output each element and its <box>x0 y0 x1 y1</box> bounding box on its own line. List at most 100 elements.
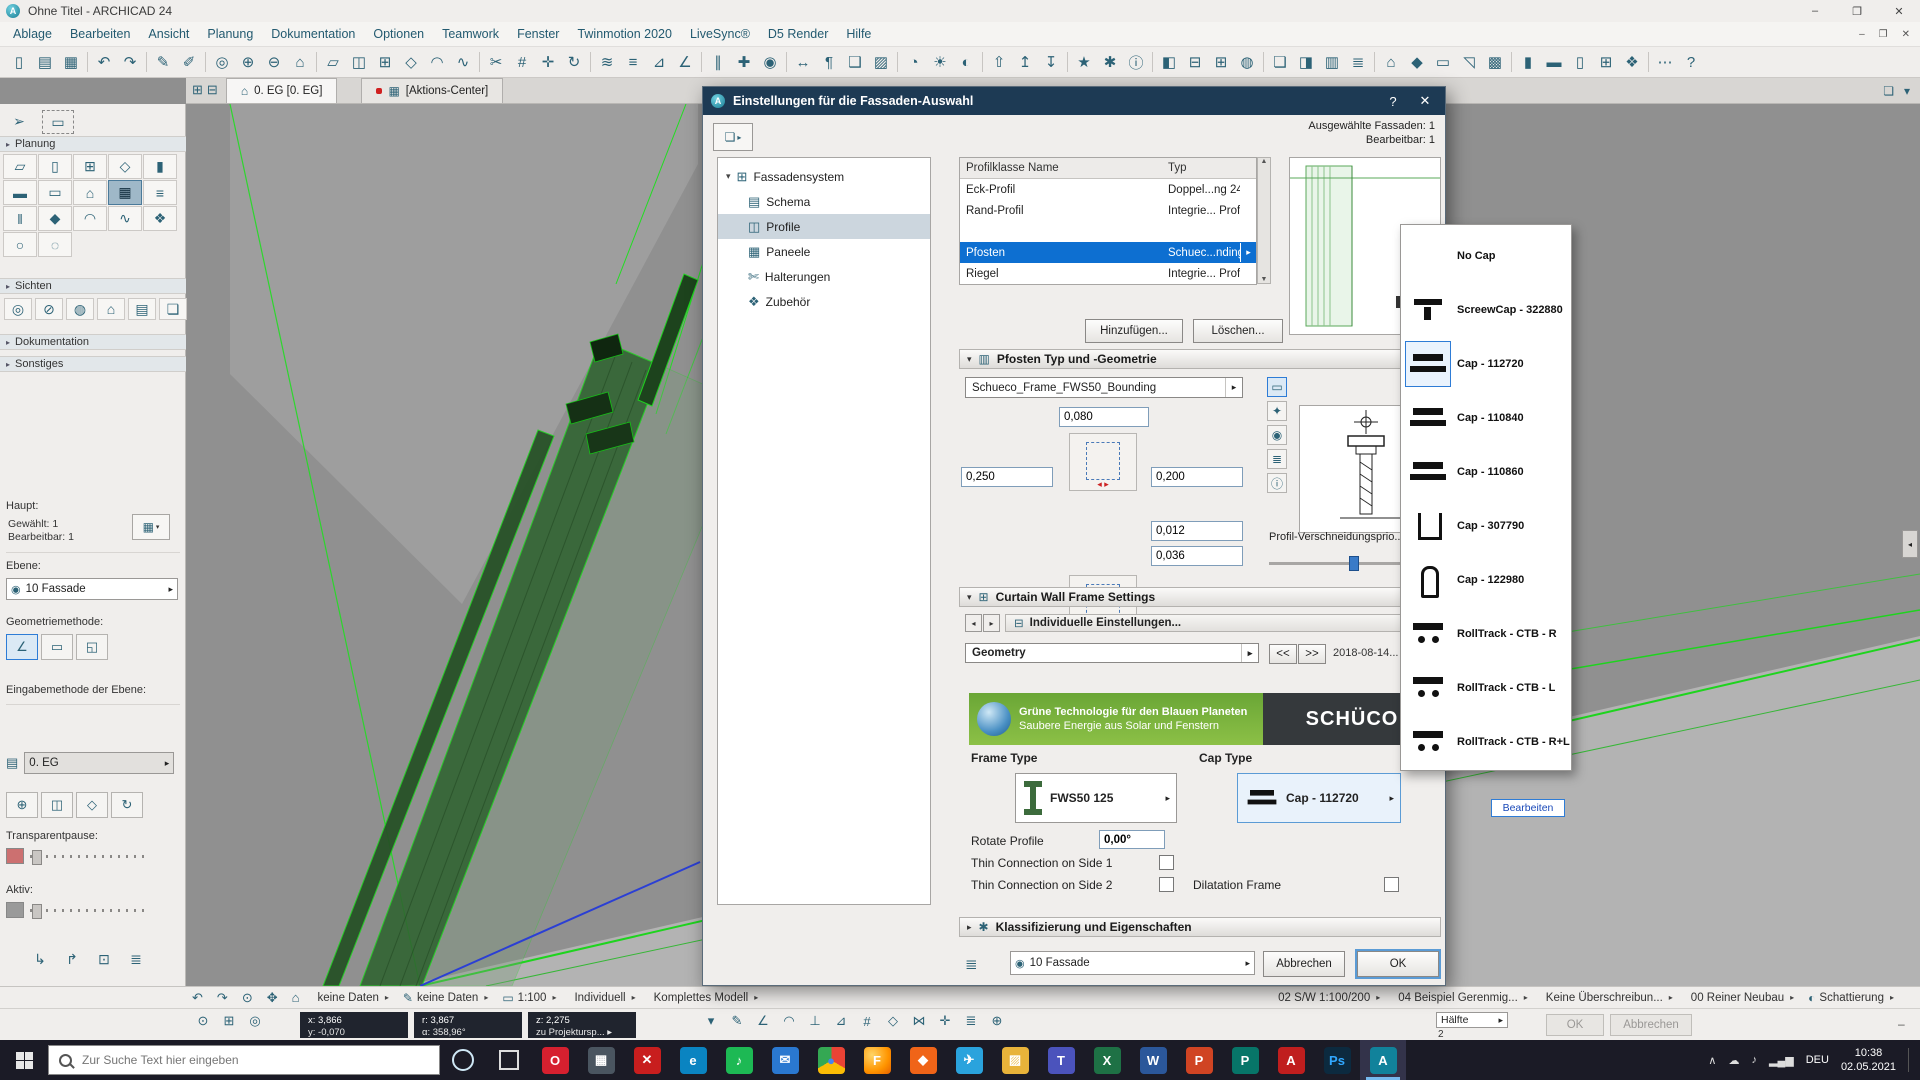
flag-icon[interactable]: ✦ <box>1267 401 1287 421</box>
viewpoint-icon[interactable]: ◎ <box>4 298 32 320</box>
offset-b-field[interactable] <box>1151 546 1243 566</box>
panel-icon[interactable]: ⊡ <box>92 948 116 970</box>
depth-right-field[interactable] <box>1151 467 1243 487</box>
cap-option-5[interactable]: Cap - 307790 <box>1401 499 1571 553</box>
vm-icon[interactable]: ▦ <box>578 1040 624 1080</box>
layer-settings-icon[interactable]: ≣ <box>965 955 978 973</box>
grid-snap-icon[interactable]: ⊞ <box>372 49 398 75</box>
mirror-icon[interactable]: ◫ <box>346 49 372 75</box>
individual-settings-bar[interactable]: ⊟ Individuelle Einstellungen... <box>1005 614 1441 632</box>
section-sichten[interactable]: ▸ Sichten <box>0 278 186 294</box>
excel-icon[interactable]: X <box>1084 1040 1130 1080</box>
volume-icon[interactable]: ♪ <box>1751 1054 1757 1066</box>
row-flyout-button[interactable]: ▸ <box>1240 243 1256 262</box>
hatch-icon[interactable]: ▨ <box>868 49 894 75</box>
network-icon[interactable]: ▂▄▆ <box>1769 1054 1794 1067</box>
schedule-icon[interactable]: ▥ <box>1319 49 1345 75</box>
measure-icon[interactable]: ⊿ <box>646 49 672 75</box>
status-item-left-2[interactable]: ▭ 1:100 <box>502 991 556 1005</box>
hash-icon[interactable]: # <box>856 1014 878 1029</box>
label-icon[interactable]: ❑ <box>842 49 868 75</box>
pan-icon[interactable]: ✥ <box>267 990 278 1006</box>
gravity-icon[interactable]: ◉ <box>757 49 783 75</box>
geometry-dropdown[interactable]: Geometry ▸ <box>965 643 1259 663</box>
move-icon[interactable]: ✛ <box>535 49 561 75</box>
pickup-settings-button[interactable]: ❏ ▸ <box>713 123 753 151</box>
aktiv-slider[interactable] <box>30 903 148 919</box>
undo-icon[interactable]: ↶ <box>91 49 117 75</box>
tool-treppe[interactable]: ≡ <box>143 180 177 205</box>
dilatation-frame-checkbox[interactable] <box>1384 877 1399 892</box>
cap-option-2[interactable]: Cap - 112720 <box>1401 337 1571 391</box>
ok-button[interactable]: OK <box>1357 951 1439 977</box>
publisher-icon[interactable]: P <box>1222 1040 1268 1080</box>
dialog-help-button[interactable]: ? <box>1381 94 1405 109</box>
thin-connection-1-checkbox[interactable] <box>1159 855 1174 870</box>
arc-icon[interactable]: ◠ <box>424 49 450 75</box>
section-cwfs-header[interactable]: ▾ ⊞ Curtain Wall Frame Settings <box>959 587 1441 607</box>
tool-fenster[interactable]: ⊞ <box>73 154 107 179</box>
dialog-layer-dropdown[interactable]: ◉ 10 Fassade ▸ <box>1010 951 1255 975</box>
layers-icon[interactable]: ≡ <box>620 49 646 75</box>
next-page-button[interactable]: ▸ <box>983 614 1000 632</box>
arrow-tool[interactable]: ➢ <box>4 110 34 132</box>
word-icon[interactable]: W <box>1130 1040 1176 1080</box>
geom-rect-icon[interactable]: ▭ <box>41 634 73 660</box>
doc-restore-icon[interactable]: ❐ <box>1879 29 1888 40</box>
spline-icon[interactable]: ∿ <box>450 49 476 75</box>
dock-left-icon[interactable]: ↳ <box>28 948 52 970</box>
publish-icon[interactable]: ⇧ <box>986 49 1012 75</box>
bearbeiten-button[interactable]: Bearbeiten <box>1491 799 1565 817</box>
guide-lines-icon[interactable]: ∥ <box>705 49 731 75</box>
intersect-icon[interactable]: # <box>509 49 535 75</box>
tab-floorplan[interactable]: ⌂ 0. EG [0. EG] <box>225 78 338 103</box>
cortana-button[interactable] <box>440 1040 486 1080</box>
tool-lampe[interactable]: ○ <box>3 232 37 257</box>
table-row-0[interactable]: Eck-Profil Doppel...ng 24 ▸ <box>960 179 1256 200</box>
detail-icon[interactable]: ◍ <box>1234 49 1260 75</box>
menu-item-2[interactable]: Ansicht <box>139 22 198 47</box>
task-view-button[interactable] <box>486 1040 532 1080</box>
fillet-icon[interactable]: ◇ <box>398 49 424 75</box>
angle-icon[interactable]: ∠ <box>672 49 698 75</box>
dropdown-icon[interactable]: ▾ <box>700 1013 722 1029</box>
start-button[interactable] <box>0 1040 48 1080</box>
mesh-icon[interactable]: ▩ <box>1482 49 1508 75</box>
haelfte-dropdown[interactable]: Hälfte ▸ <box>1436 1012 1508 1028</box>
doc-minimize-icon[interactable]: – <box>1859 29 1865 40</box>
tool-stuetze[interactable]: ▮ <box>143 154 177 179</box>
thin-connection-2-checkbox[interactable] <box>1159 877 1174 892</box>
tree-item-0[interactable]: ▤ Schema <box>718 189 930 214</box>
offset-icon[interactable]: ⊕ <box>6 792 38 818</box>
arbeitsblatt-icon[interactable]: ▤ <box>128 298 156 320</box>
camera-icon[interactable]: ◔ <box>901 49 927 75</box>
options-icon[interactable]: ⋯ <box>1652 49 1678 75</box>
roof-icon[interactable]: ◹ <box>1456 49 1482 75</box>
taskbar-search[interactable] <box>48 1045 440 1075</box>
triangle-icon[interactable]: ⊿ <box>830 1013 852 1029</box>
menu-item-9[interactable]: LiveSync® <box>681 22 759 47</box>
hidden-icons-chevron[interactable]: ∧ <box>1708 1054 1716 1067</box>
cap-type-selector[interactable]: Cap - 112720 ▸ <box>1237 773 1401 823</box>
section-sonstiges[interactable]: ▸ Sonstiges <box>0 356 186 372</box>
settings-icon[interactable]: ✱ <box>1097 49 1123 75</box>
teamwork-send-icon[interactable]: ↥ <box>1012 49 1038 75</box>
hinzufuegen-button[interactable]: Hinzufügen... <box>1085 319 1183 343</box>
cap-option-9[interactable]: RollTrack - CTB - R+L <box>1401 715 1571 769</box>
status-item-right-4[interactable]: ◐ Schattierung <box>1808 991 1894 1005</box>
explorer-icon[interactable]: ▨ <box>992 1040 1038 1080</box>
nav-forward-button[interactable]: >> <box>1298 644 1326 664</box>
tool-gelaender[interactable]: ‖ <box>3 206 37 231</box>
x-app-icon[interactable]: ✕ <box>624 1040 670 1080</box>
notification-center-button[interactable] <box>1908 1048 1912 1072</box>
door-icon[interactable]: ▯ <box>1567 49 1593 75</box>
favorites-icon[interactable]: ★ <box>1071 49 1097 75</box>
inject-parameters-icon[interactable]: ✐ <box>176 49 202 75</box>
tool-fassade[interactable]: ▦ <box>108 180 142 205</box>
menu-item-7[interactable]: Fenster <box>508 22 568 47</box>
tab-overview-icon[interactable]: ⊞ <box>192 82 203 98</box>
schueco-banner[interactable]: Grüne Technologie für den Blauen Planete… <box>969 693 1263 745</box>
section-klassifizierung-header[interactable]: ▸ ✱ Klassifizierung und Eigenschaften <box>959 917 1441 937</box>
menu-item-1[interactable]: Bearbeiten <box>61 22 139 47</box>
dock-right-icon[interactable]: ↱ <box>60 948 84 970</box>
